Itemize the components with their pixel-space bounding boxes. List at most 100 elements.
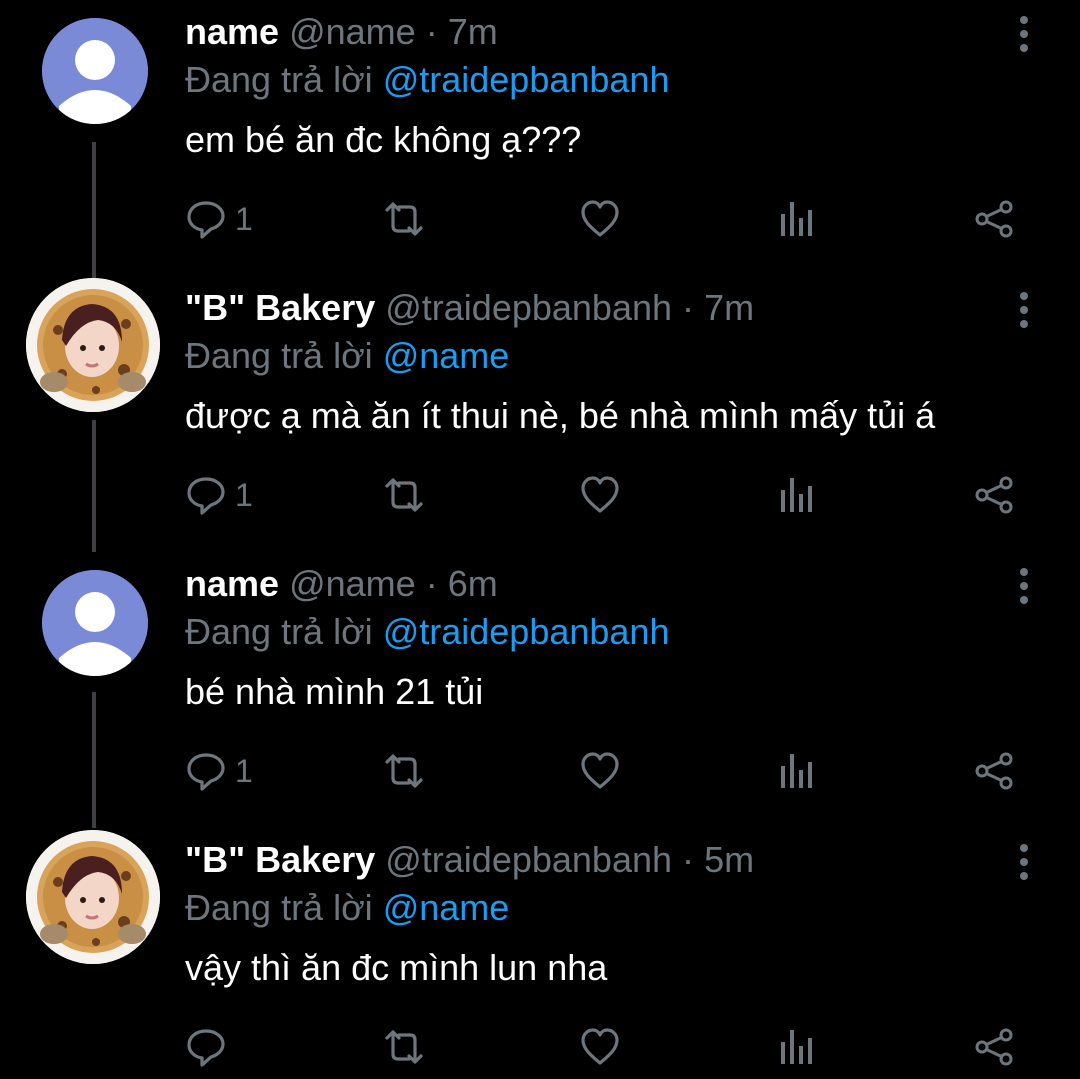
retweet-button[interactable] — [381, 1022, 427, 1072]
analytics-button[interactable] — [779, 470, 815, 520]
tweet-text: được ạ mà ăn ít thui nè, bé nhà mình mấy… — [185, 395, 936, 436]
replying-to: Đang trả lời @traidepbanbanh — [185, 58, 669, 102]
mention-link[interactable]: @traidepbanbanh — [383, 59, 670, 100]
tweet-header: name @name · 7m — [185, 10, 498, 54]
share-icon — [975, 476, 1013, 514]
default-user-avatar-icon — [42, 570, 148, 676]
retweet-icon — [385, 1030, 423, 1064]
more-options-button[interactable] — [1012, 14, 1036, 54]
avatar[interactable] — [26, 278, 160, 412]
reply-icon — [187, 201, 225, 239]
more-options-button[interactable] — [1012, 842, 1036, 882]
display-name[interactable]: name — [185, 563, 279, 604]
tweet-text: vậy thì ăn đc mình lun nha — [185, 947, 608, 988]
like-button[interactable] — [579, 194, 621, 244]
tweet-actions: 1 — [185, 194, 1045, 244]
analytics-icon — [781, 754, 812, 788]
tweet-header: name @name · 6m — [185, 562, 498, 606]
cookie-avatar-icon — [26, 830, 160, 964]
retweet-icon — [385, 478, 423, 512]
separator-dot: · — [425, 11, 438, 52]
analytics-icon — [781, 202, 812, 236]
retweet-icon — [385, 754, 423, 788]
share-button[interactable] — [973, 194, 1015, 244]
heart-icon — [581, 476, 619, 513]
heart-icon — [581, 200, 619, 237]
reply-button[interactable] — [185, 1022, 235, 1072]
display-name[interactable]: name — [185, 11, 279, 52]
share-icon — [975, 1028, 1013, 1066]
retweet-button[interactable] — [381, 194, 427, 244]
more-options-button[interactable] — [1012, 566, 1036, 606]
retweet-button[interactable] — [381, 746, 427, 796]
like-button[interactable] — [579, 470, 621, 520]
mention-link[interactable]: @traidepbanbanh — [383, 611, 670, 652]
analytics-button[interactable] — [779, 1022, 815, 1072]
more-vertical-icon — [1020, 16, 1028, 52]
reply-icon — [187, 753, 225, 791]
replying-prefix: Đang trả lời — [185, 335, 373, 376]
retweet-icon — [385, 202, 423, 236]
mention-link[interactable]: @name — [383, 887, 510, 928]
replying-to: Đang trả lời @traidepbanbanh — [185, 610, 669, 654]
thread-line — [92, 142, 96, 278]
more-vertical-icon — [1020, 292, 1028, 328]
reply-count: 1 — [235, 752, 253, 789]
reply-count: 1 — [235, 200, 253, 237]
reply-button[interactable]: 1 — [185, 194, 253, 244]
timestamp[interactable]: 6m — [448, 563, 498, 604]
thread-line — [92, 692, 96, 828]
analytics-button[interactable] — [779, 194, 815, 244]
mention-link[interactable]: @name — [383, 335, 510, 376]
heart-icon — [581, 752, 619, 789]
handle[interactable]: @name — [289, 11, 416, 52]
tweet-header: "B" Bakery @traidepbanbanh · 5m — [185, 838, 754, 882]
handle[interactable]: @traidepbanbanh — [385, 287, 672, 328]
share-icon — [975, 752, 1013, 790]
tweet-header: "B" Bakery @traidepbanbanh · 7m — [185, 286, 754, 330]
share-icon — [975, 200, 1013, 238]
default-user-avatar-icon — [42, 18, 148, 124]
avatar[interactable] — [26, 830, 160, 964]
avatar[interactable] — [42, 18, 148, 124]
analytics-button[interactable] — [779, 746, 815, 796]
timestamp[interactable]: 7m — [448, 11, 498, 52]
analytics-icon — [781, 478, 812, 512]
timestamp[interactable]: 5m — [704, 839, 754, 880]
share-button[interactable] — [973, 470, 1015, 520]
reply-icon — [187, 1029, 225, 1067]
cookie-avatar-icon — [26, 278, 160, 412]
tweet-text: bé nhà mình 21 tủi — [185, 671, 484, 712]
more-options-button[interactable] — [1012, 290, 1036, 330]
replying-to: Đang trả lời @name — [185, 886, 509, 930]
handle[interactable]: @name — [289, 563, 416, 604]
replying-prefix: Đang trả lời — [185, 887, 373, 928]
timestamp[interactable]: 7m — [704, 287, 754, 328]
replying-prefix: Đang trả lời — [185, 59, 373, 100]
share-button[interactable] — [973, 746, 1015, 796]
avatar[interactable] — [42, 570, 148, 676]
more-vertical-icon — [1020, 568, 1028, 604]
replying-prefix: Đang trả lời — [185, 611, 373, 652]
display-name[interactable]: "B" Bakery — [185, 287, 375, 328]
tweet-actions — [185, 1022, 1045, 1072]
like-button[interactable] — [579, 1022, 621, 1072]
like-button[interactable] — [579, 746, 621, 796]
display-name[interactable]: "B" Bakery — [185, 839, 375, 880]
separator-dot: · — [425, 563, 438, 604]
tweet-text: em bé ăn đc không ạ??? — [185, 119, 582, 160]
more-vertical-icon — [1020, 844, 1028, 880]
share-button[interactable] — [973, 1022, 1015, 1072]
retweet-button[interactable] — [381, 470, 427, 520]
reply-icon — [187, 477, 225, 515]
reply-button[interactable]: 1 — [185, 470, 253, 520]
heart-icon — [581, 1028, 619, 1065]
thread-line — [92, 420, 96, 552]
separator-dot: · — [682, 287, 695, 328]
handle[interactable]: @traidepbanbanh — [385, 839, 672, 880]
reply-button[interactable]: 1 — [185, 746, 253, 796]
separator-dot: · — [682, 839, 695, 880]
replying-to: Đang trả lời @name — [185, 334, 509, 378]
tweet-actions: 1 — [185, 746, 1045, 796]
tweet-actions: 1 — [185, 470, 1045, 520]
